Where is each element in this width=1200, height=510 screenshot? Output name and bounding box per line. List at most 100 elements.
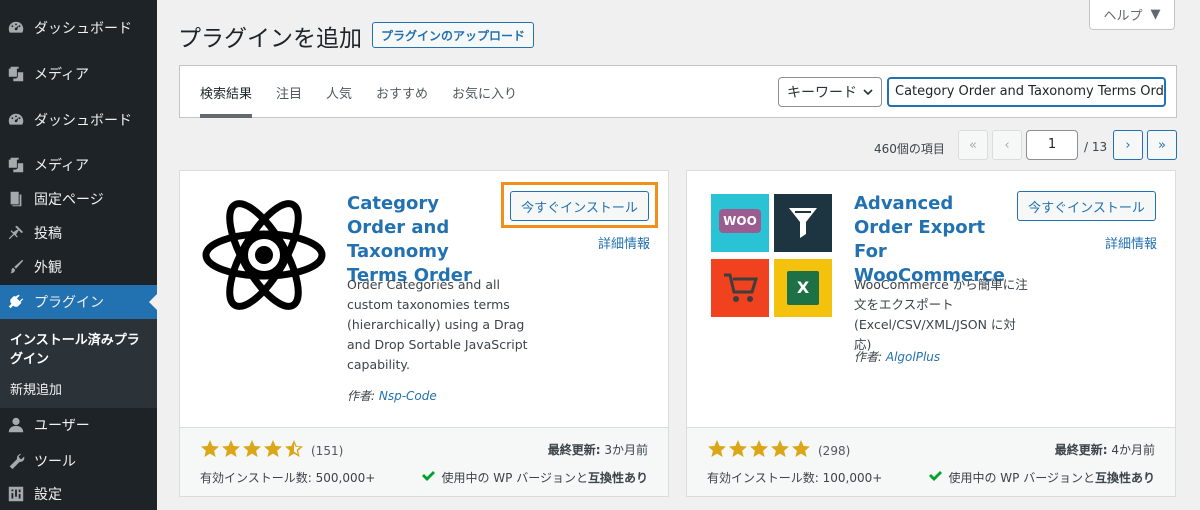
sidebar-item-plugins[interactable]: プラグイン	[0, 285, 157, 319]
media-icon	[6, 64, 26, 84]
plugin-description: WooCommerce から簡単に注文をエクスポート (Excel/CSV/XM…	[854, 277, 1028, 352]
prev-page-button[interactable]: ‹	[992, 130, 1022, 160]
sidebar-label: 外観	[34, 260, 62, 276]
total-pages: / 13	[1084, 140, 1108, 154]
install-button-highlight	[501, 182, 658, 228]
star-rating: (151)	[200, 439, 343, 463]
submenu-installed-plugins[interactable]: インストール済みプラグイン	[10, 331, 150, 369]
sidebar-label: メディア	[34, 158, 90, 174]
excel-icon: X	[787, 271, 819, 305]
admin-sidebar: ダッシュボード メディア ダッシュボード メディア 固定ページ 投稿 外観 プラ…	[0, 0, 157, 510]
star-full-icon	[221, 439, 241, 463]
last-updated-label: 最終更新:	[1054, 443, 1108, 457]
submenu-add-new[interactable]: 新規追加	[10, 379, 62, 398]
plugin-description: Order Categories and all custom taxonomi…	[347, 277, 528, 372]
cart-tile	[711, 259, 769, 317]
more-details-link[interactable]: 詳細情報	[598, 233, 650, 252]
pin-icon	[6, 223, 26, 243]
dashboard-icon	[6, 18, 26, 38]
star-half-icon	[284, 439, 304, 463]
plugin-card-footer: (298) 有効インストール数: 100,000+ 最終更新: 4か月前 使用中…	[687, 427, 1175, 496]
checkmark-icon	[421, 469, 436, 486]
chevron-down-icon	[862, 86, 874, 102]
sidebar-item-dashboard-2[interactable]: ダッシュボード	[0, 103, 157, 137]
star-full-icon	[200, 439, 220, 463]
compatibility: 使用中の WP バージョンと互換性あり	[928, 469, 1155, 486]
star-rating: (298)	[707, 439, 850, 463]
sidebar-item-media-2[interactable]: メディア	[0, 148, 157, 182]
help-tab-button[interactable]: ヘルプ ▼	[1089, 0, 1175, 30]
woo-logo: WOO	[719, 209, 761, 233]
last-updated-value: 4か月前	[1111, 443, 1155, 457]
tab-recommended[interactable]: おすすめ	[376, 66, 428, 118]
sidebar-item-users[interactable]: ユーザー	[0, 408, 157, 442]
star-full-icon	[263, 439, 283, 463]
last-updated-label: 最終更新:	[547, 443, 601, 457]
star-full-icon	[770, 439, 790, 463]
filter-tile	[774, 194, 832, 252]
install-now-button[interactable]: 今すぐインストール	[1017, 191, 1156, 221]
user-icon	[6, 415, 26, 435]
sidebar-item-posts[interactable]: 投稿	[0, 216, 157, 250]
first-page-button[interactable]: «	[958, 130, 988, 160]
last-page-button[interactable]: »	[1147, 130, 1177, 160]
plugins-submenu: インストール済みプラグイン 新規追加	[0, 319, 157, 408]
tab-popular[interactable]: 人気	[326, 66, 352, 118]
rating-count: (151)	[311, 444, 344, 458]
author-prefix: 作者:	[854, 350, 883, 364]
caret-down-icon: ▼	[1150, 7, 1161, 22]
sidebar-item-pages[interactable]: 固定ページ	[0, 182, 157, 216]
sidebar-item-tools[interactable]: ツール	[0, 444, 157, 478]
filter-icon	[789, 208, 817, 238]
settings-icon	[6, 484, 26, 504]
checkmark-icon	[928, 469, 943, 486]
compatibility: 使用中の WP バージョンと互換性あり	[421, 469, 648, 486]
star-full-icon	[749, 439, 769, 463]
star-full-icon	[242, 439, 262, 463]
compat-text: 使用中の WP バージョンと	[441, 471, 588, 485]
plugin-name-link[interactable]: Advanced Order Export For WooCommerce	[854, 192, 1005, 288]
sidebar-item-settings[interactable]: 設定	[0, 477, 157, 510]
sidebar-label: 設定	[34, 487, 62, 503]
author-prefix: 作者:	[347, 389, 376, 403]
plugin-filter-bar: 検索結果 注目 人気 おすすめ お気に入り キーワード Category Ord…	[179, 65, 1177, 118]
search-type-select[interactable]: キーワード	[778, 77, 882, 107]
woocommerce-export-plugin-icon[interactable]: WOO X	[711, 194, 833, 317]
plugin-search-input[interactable]: Category Order and Taxonomy Terms Order	[887, 77, 1166, 107]
excel-tile: X	[774, 259, 832, 317]
tab-favorites[interactable]: お気に入り	[452, 66, 517, 118]
author-link[interactable]: Nsp-Code	[379, 389, 437, 403]
sidebar-label: プラグイン	[34, 295, 104, 311]
more-details-link[interactable]: 詳細情報	[1105, 233, 1157, 252]
last-updated: 最終更新: 4か月前	[1055, 441, 1155, 458]
sidebar-label: 固定ページ	[34, 192, 104, 208]
author-link[interactable]: AlgolPlus	[886, 350, 940, 364]
upload-plugin-button[interactable]: プラグインのアップロード	[372, 22, 535, 48]
woo-tile: WOO	[711, 194, 769, 252]
cart-icon	[724, 273, 758, 302]
sidebar-label: 投稿	[34, 226, 62, 242]
next-page-button[interactable]: ›	[1113, 130, 1143, 160]
media-icon	[6, 155, 26, 175]
dashboard-icon	[6, 110, 26, 130]
rating-count: (298)	[818, 444, 851, 458]
sidebar-label: メディア	[34, 67, 90, 83]
tab-search-results[interactable]: 検索結果	[200, 66, 253, 118]
sidebar-item-dashboard[interactable]: ダッシュボード	[0, 11, 157, 45]
plugin-name-link[interactable]: Category Order and Taxonomy Terms Order	[347, 192, 487, 288]
sidebar-item-media[interactable]: メディア	[0, 57, 157, 91]
search-type-value: キーワード	[787, 85, 857, 101]
compat-bold: 互換性あり	[1094, 471, 1155, 485]
sidebar-label: ツール	[34, 454, 76, 470]
wrench-icon	[6, 451, 26, 471]
sidebar-item-appearance[interactable]: 外観	[0, 250, 157, 284]
current-page-input[interactable]: 1	[1026, 130, 1078, 160]
star-full-icon	[707, 439, 727, 463]
last-updated-value: 3か月前	[604, 443, 648, 457]
current-menu-arrow	[149, 294, 157, 310]
star-full-icon	[791, 439, 811, 463]
atom-plugin-icon[interactable]	[200, 191, 328, 319]
tab-featured[interactable]: 注目	[276, 66, 302, 118]
plugin-author: 作者: Nsp-Code	[347, 387, 437, 404]
active-installs: 有効インストール数: 100,000+	[707, 471, 883, 485]
